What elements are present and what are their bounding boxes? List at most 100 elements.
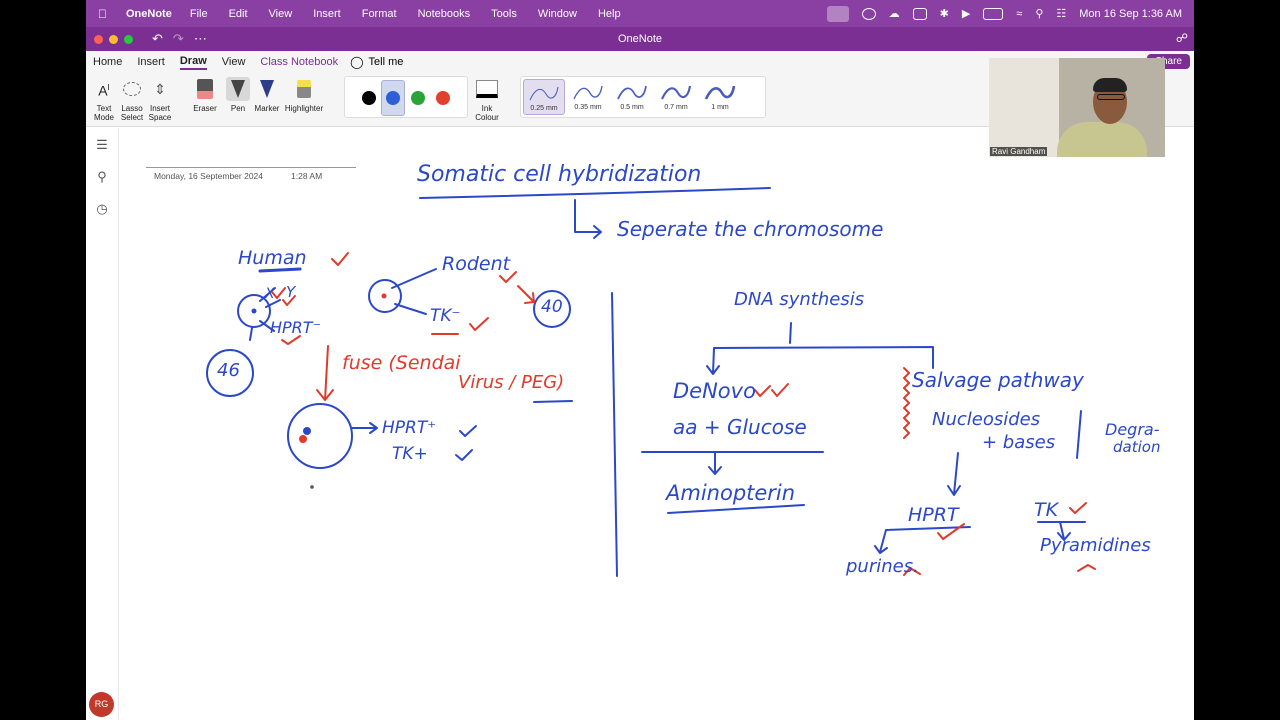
menu-insert[interactable]: Insert bbox=[313, 8, 341, 20]
mac-menubar:  OneNote File Edit View Insert Format N… bbox=[86, 0, 1194, 27]
pen-label: Pen bbox=[230, 104, 246, 113]
arrow-to-40 bbox=[517, 285, 535, 304]
ink-y: Y bbox=[286, 283, 296, 301]
check-tk-plus bbox=[455, 449, 473, 461]
thickness-option-4[interactable]: 0.7 mm bbox=[655, 79, 697, 115]
status-icons: ☁ ✱ ▶ ≈ ⚲ ☷ Mon 16 Sep 1:36 AM bbox=[826, 0, 1182, 27]
marker-icon bbox=[255, 77, 279, 101]
menu-notebooks[interactable]: Notebooks bbox=[418, 8, 471, 20]
menu-file[interactable]: File bbox=[190, 8, 208, 20]
control-center-icon[interactable]: ☷ bbox=[1056, 7, 1066, 20]
thickness-option-3[interactable]: 0.5 mm bbox=[611, 79, 653, 115]
ink-denovo: DeNovo bbox=[673, 379, 756, 403]
hybrid-nucleus-red bbox=[299, 435, 307, 443]
tab-insert[interactable]: Insert bbox=[137, 56, 165, 68]
clock[interactable]: Mon 16 Sep 1:36 AM bbox=[1079, 8, 1182, 20]
ink-title: Somatic cell hybridization bbox=[417, 162, 702, 187]
check-hprt-salvage bbox=[937, 523, 965, 540]
ink-colour-label: Ink Colour bbox=[475, 104, 499, 122]
check-hprt bbox=[281, 335, 301, 345]
highlighter-icon bbox=[292, 77, 316, 101]
ink-dot bbox=[310, 485, 314, 489]
ink-tk-minus: TK⁻ bbox=[430, 306, 461, 326]
thickness-option-1[interactable]: 0.25 mm bbox=[523, 79, 565, 115]
pen-thickness-palette: 0.25 mm 0.35 mm 0.5 mm 0.7 mm 1 mm bbox=[520, 76, 766, 118]
cloud-icon[interactable]: ☁ bbox=[889, 7, 900, 20]
marker-button[interactable]: Marker bbox=[254, 77, 280, 113]
thickness-option-5[interactable]: 1 mm bbox=[699, 79, 741, 115]
bluetooth-icon[interactable]: ✱ bbox=[940, 7, 949, 20]
page-canvas[interactable]: Monday, 16 September 2024 1:28 AM Somati… bbox=[120, 128, 1194, 720]
ink-fuse: fuse (Sendai bbox=[342, 352, 461, 374]
play-icon[interactable]: ▶ bbox=[962, 7, 970, 20]
tab-draw[interactable]: Draw bbox=[179, 55, 207, 70]
thickness-option-2[interactable]: 0.35 mm bbox=[567, 79, 609, 115]
status-icon[interactable] bbox=[861, 7, 876, 20]
pen-color-blue[interactable] bbox=[386, 91, 400, 105]
ink-colour-button[interactable]: Ink Colour bbox=[470, 77, 504, 122]
search-icon[interactable]: ⚲ bbox=[1035, 7, 1043, 20]
menu-tools[interactable]: Tools bbox=[491, 8, 517, 20]
ink-pyrimidines: Pyramidines bbox=[1040, 535, 1151, 556]
text-mode-button[interactable]: AI Text Mode bbox=[92, 77, 116, 122]
menu-format[interactable]: Format bbox=[362, 8, 397, 20]
lasso-select-button[interactable]: Lasso Select bbox=[120, 77, 144, 122]
denovo-arrow bbox=[708, 451, 722, 475]
onenote-window:  OneNote File Edit View Insert Format N… bbox=[86, 0, 1194, 720]
ink-tk: TK bbox=[1034, 499, 1059, 521]
ink-hprt: HPRT bbox=[908, 504, 959, 526]
ink-46: 46 bbox=[217, 360, 240, 381]
notebooks-icon[interactable]: ☰ bbox=[94, 137, 110, 153]
presenter-name: Ravi Gandham bbox=[990, 147, 1048, 156]
hybrid-arrow bbox=[351, 422, 378, 434]
tab-class-notebook[interactable]: Class Notebook bbox=[260, 56, 338, 68]
wifi-icon[interactable]: ≈ bbox=[1016, 8, 1022, 20]
pen-color-black[interactable] bbox=[362, 91, 376, 105]
display-icon[interactable] bbox=[912, 7, 927, 20]
highlighter-button[interactable]: Highlighter bbox=[282, 77, 326, 113]
human-underline bbox=[258, 267, 302, 273]
ink-bases: + bases bbox=[982, 432, 1056, 453]
search-icon[interactable]: ⚲ bbox=[94, 169, 110, 185]
insert-space-button[interactable]: ⇕ Insert Space bbox=[147, 77, 173, 123]
menu-edit[interactable]: Edit bbox=[229, 8, 248, 20]
webcam-overlay: Ravi Gandham bbox=[989, 58, 1165, 157]
app-name-menu[interactable]: OneNote bbox=[126, 8, 172, 20]
tell-me[interactable]: ◯ Tell me bbox=[350, 55, 403, 69]
apple-icon[interactable]:  bbox=[98, 7, 114, 21]
tab-view[interactable]: View bbox=[222, 56, 246, 68]
menu-help[interactable]: Help bbox=[598, 8, 621, 20]
human-nucleus bbox=[251, 308, 257, 314]
ink-x: X bbox=[265, 286, 275, 302]
screen-share-icon[interactable] bbox=[826, 5, 849, 22]
ink-40: 40 bbox=[541, 297, 563, 317]
highlighter-label: Highlighter bbox=[284, 104, 324, 113]
navigation-sidebar: ☰ ⚲ ◷ RG bbox=[86, 128, 119, 720]
subtitle-arrow bbox=[574, 199, 602, 239]
tell-me-label: Tell me bbox=[368, 56, 404, 68]
recent-icon[interactable]: ◷ bbox=[94, 201, 110, 217]
ink-degra: Degra- bbox=[1105, 420, 1160, 439]
pen-icon bbox=[226, 77, 250, 101]
window-title: OneNote bbox=[617, 33, 663, 45]
lightbulb-icon: ◯ bbox=[350, 55, 364, 69]
lasso-select-label: Lasso Select bbox=[120, 104, 144, 122]
eraser-button[interactable]: Eraser bbox=[192, 77, 218, 113]
battery-icon[interactable] bbox=[983, 7, 1004, 20]
presenter-glasses bbox=[1097, 94, 1125, 100]
pen-button[interactable]: Pen bbox=[225, 77, 251, 113]
marker-label: Marker bbox=[254, 104, 280, 113]
pen-color-green[interactable] bbox=[411, 91, 425, 105]
tab-home[interactable]: Home bbox=[93, 56, 122, 68]
check-tk bbox=[469, 317, 489, 331]
menu-view[interactable]: View bbox=[269, 8, 293, 20]
nucleosides-arrow bbox=[947, 452, 961, 496]
menu-window[interactable]: Window bbox=[538, 8, 577, 20]
pen-color-red[interactable] bbox=[436, 91, 450, 105]
share-icon[interactable]: ☍ bbox=[1176, 31, 1188, 45]
eraser-icon bbox=[193, 77, 217, 101]
pyrimidines-check bbox=[1077, 564, 1096, 572]
dna-stem bbox=[789, 322, 792, 344]
avatar[interactable]: RG bbox=[89, 692, 114, 717]
ink-salvage: Salvage pathway bbox=[912, 368, 1084, 392]
